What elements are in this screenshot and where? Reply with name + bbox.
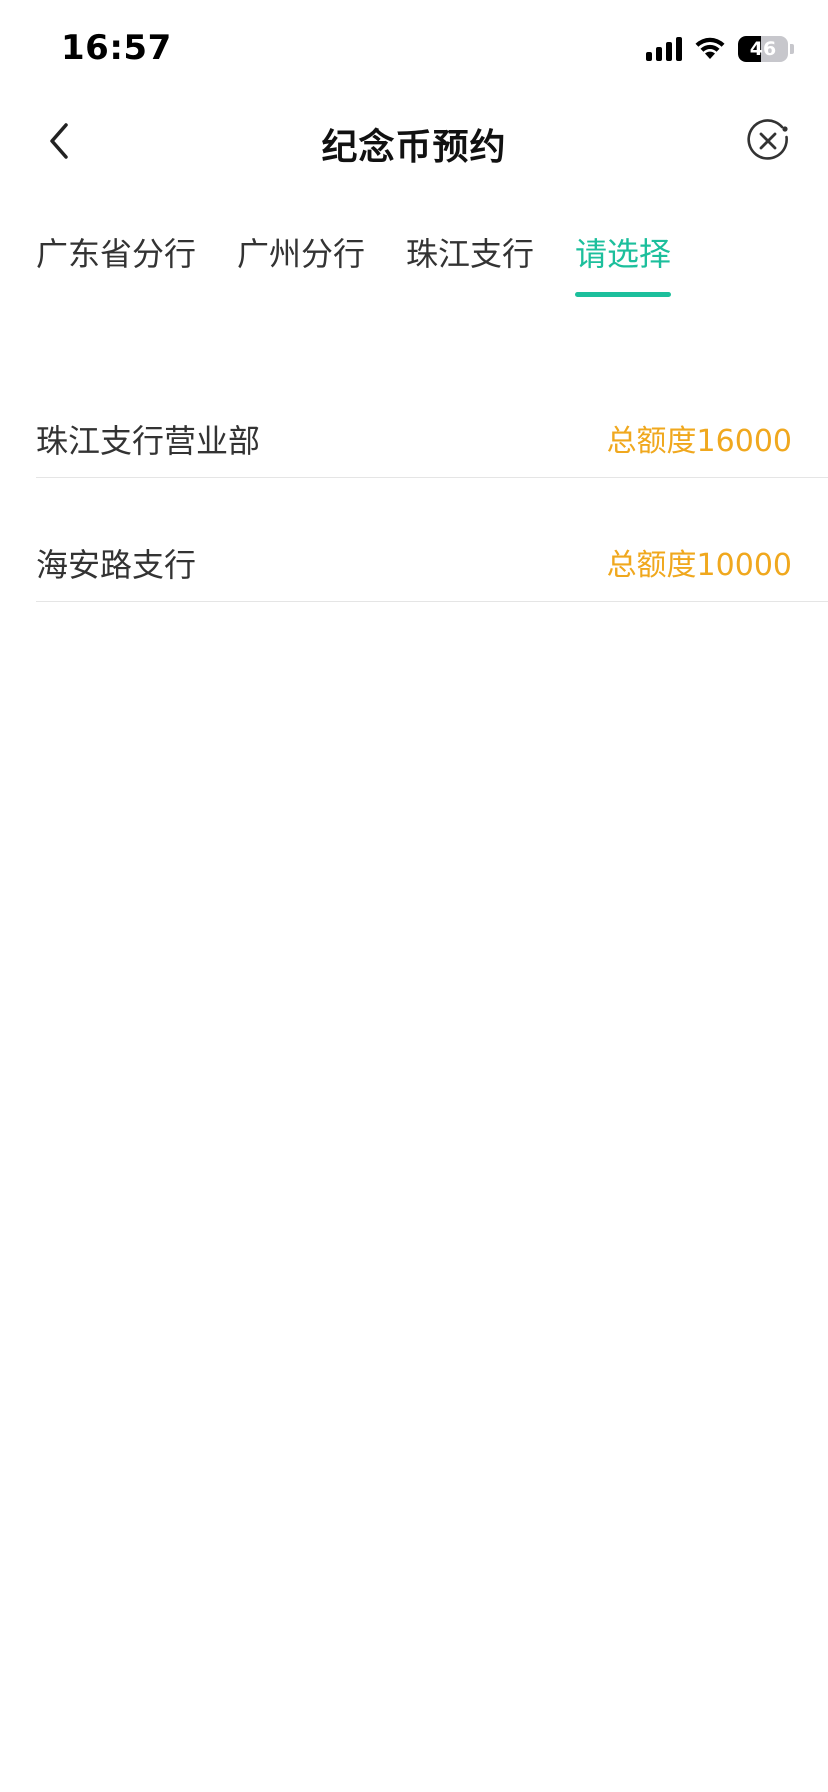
tab-guangdong-branch[interactable]: 广东省分行 — [36, 230, 196, 300]
page-title: 纪念币预约 — [321, 127, 507, 168]
wifi-icon — [694, 37, 726, 61]
tab-guangzhou-branch[interactable]: 广州分行 — [237, 230, 365, 300]
tab-zhujiang-subbranch[interactable]: 珠江支行 — [406, 230, 534, 300]
signal-icon — [646, 37, 682, 61]
branch-list: 珠江支行营业部 总额度16000 海安路支行 总额度10000 — [36, 398, 828, 602]
tab-label: 珠江支行 — [406, 235, 535, 273]
branch-name: 海安路支行 — [36, 546, 197, 584]
active-tab-indicator — [575, 292, 672, 297]
status-bar: 16:57 46 — [0, 0, 828, 100]
list-item[interactable]: 珠江支行营业部 总额度16000 — [36, 398, 828, 478]
list-item[interactable]: 海安路支行 总额度10000 — [36, 478, 828, 602]
branch-quota: 总额度16000 — [606, 424, 792, 459]
battery-icon: 46 — [738, 36, 794, 62]
branch-quota: 总额度10000 — [606, 548, 792, 583]
branch-name: 珠江支行营业部 — [36, 422, 261, 460]
battery-level: 46 — [749, 38, 777, 60]
close-circle-icon — [747, 119, 788, 160]
nav-bar: 纪念币预约 — [0, 100, 828, 182]
region-tabs: 广东省分行 广州分行 珠江支行 请选择 — [36, 230, 712, 300]
tab-label: 请选择 — [575, 235, 672, 273]
status-icons: 46 — [646, 34, 794, 64]
tab-label: 广东省分行 — [36, 235, 197, 273]
tab-label: 广州分行 — [237, 235, 366, 273]
tab-please-select[interactable]: 请选择 — [575, 230, 672, 300]
close-button[interactable] — [744, 117, 792, 165]
screen: 16:57 46 纪念币预约 广东省分行 广州分行 珠江支行 请选择 珠江支行营… — [0, 0, 828, 1792]
status-time: 16:57 — [61, 28, 172, 68]
